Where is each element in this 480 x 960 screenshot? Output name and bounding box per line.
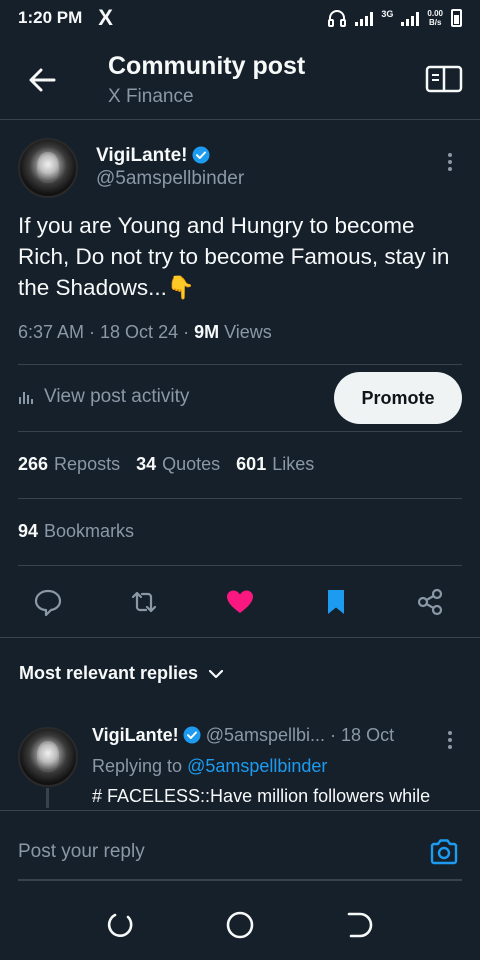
quotes-label: Quotes [162, 454, 221, 474]
divider [18, 364, 462, 365]
reply-sort-label: Most relevant replies [19, 663, 199, 683]
reply-date: · 18 Oct [330, 725, 395, 745]
repost-icon[interactable] [128, 586, 160, 618]
chevron-down-icon [208, 669, 224, 678]
post-action-bar [0, 582, 480, 622]
likes-stat[interactable]: 601 Likes [236, 454, 314, 475]
post-timestamp: 6:37 AM · 18 Oct 24 · [18, 322, 195, 342]
reply-text: # FACELESS::Have million followers while [92, 786, 431, 806]
author-handle[interactable]: @5amspellbinder [96, 168, 244, 190]
view-post-activity-link[interactable]: View post activity [18, 386, 189, 408]
bookmark-icon[interactable] [320, 586, 352, 618]
x-logo-icon: X [98, 5, 113, 30]
page-title: Community post [108, 52, 306, 80]
like-icon[interactable] [224, 586, 256, 618]
bookmarks-stat[interactable]: 94 Bookmarks [18, 521, 134, 542]
home-icon[interactable] [223, 908, 257, 942]
reply-sort-dropdown[interactable]: Most relevant replies [19, 663, 226, 684]
back-arrow-icon[interactable] [24, 62, 60, 98]
divider [18, 498, 462, 499]
replying-to-mention[interactable]: @5amspellbinder [187, 756, 327, 776]
network-type-label: 3G [381, 9, 394, 19]
view-post-activity-label: View post activity [44, 386, 190, 407]
divider [18, 565, 462, 566]
network-speed-value: 0.00 [427, 9, 443, 18]
replying-to-prefix: Replying to [92, 756, 188, 776]
reply-icon[interactable] [32, 586, 64, 618]
signal-strength-icon [355, 10, 374, 26]
back-gesture-icon[interactable] [343, 908, 377, 942]
composer-underline [18, 879, 462, 881]
verified-badge-icon [183, 726, 201, 744]
quotes-stat[interactable]: 34 Quotes [136, 454, 220, 475]
author-name-text: VigiLante! [96, 145, 188, 166]
reposts-stat[interactable]: 266 Reposts [18, 454, 120, 475]
reply-author-handle[interactable]: @5amspellbi... [206, 725, 325, 745]
top-app-bar: Community post X Finance [0, 36, 480, 120]
status-icons: 3G 0.00 B/s [327, 9, 462, 27]
likes-count: 601 [236, 454, 267, 474]
reply-author-avatar[interactable] [18, 727, 78, 787]
more-options-icon[interactable] [440, 150, 460, 174]
bookmarks-count: 94 [18, 521, 39, 541]
quotes-count: 34 [136, 454, 157, 474]
analytics-icon [19, 392, 33, 404]
network-speed-unit: B/s [428, 18, 442, 27]
verified-badge-icon [192, 146, 209, 164]
recent-apps-icon[interactable] [103, 908, 137, 942]
section-divider [0, 637, 480, 638]
headphones-icon [328, 10, 347, 27]
system-navigation-bar [0, 890, 480, 960]
reply-input[interactable] [18, 839, 418, 865]
author-avatar[interactable] [18, 138, 78, 198]
network-speed: 0.00 B/s [427, 9, 443, 27]
post-text: If you are Young and Hungry to become Ri… [18, 213, 450, 300]
reply-header: VigiLante! @5amspellbi... · 18 Oct [92, 725, 394, 746]
bookmarks-label: Bookmarks [44, 521, 135, 541]
reply-author-name[interactable]: VigiLante! [92, 725, 179, 745]
views-count: 9M [194, 322, 220, 342]
reposts-count: 266 [18, 454, 49, 474]
thread-line [46, 788, 49, 808]
camera-icon[interactable] [428, 837, 460, 867]
post-meta: 6:37 AM · 18 Oct 24 · 9M Views [18, 322, 272, 343]
divider [18, 431, 462, 432]
engagement-stats: 266 Reposts 34 Quotes 601 Likes [18, 454, 314, 475]
community-name[interactable]: X Finance [108, 86, 194, 108]
views-label: Views [219, 322, 272, 342]
reply-more-options-icon[interactable] [440, 728, 460, 752]
status-time: 1:20 PM [18, 8, 83, 27]
reposts-label: Reposts [54, 454, 121, 474]
replying-to: Replying to @5amspellbinder [92, 756, 327, 777]
reader-mode-icon[interactable] [424, 64, 464, 94]
share-icon[interactable] [414, 586, 446, 618]
status-bar: 1:20 PM X 3G 0.00 B/s [0, 0, 480, 36]
signal-strength-2-icon [401, 10, 420, 26]
battery-icon [451, 9, 462, 27]
likes-label: Likes [272, 454, 315, 474]
author-name[interactable]: VigiLante! [96, 145, 210, 167]
promote-button[interactable]: Promote [334, 372, 462, 424]
